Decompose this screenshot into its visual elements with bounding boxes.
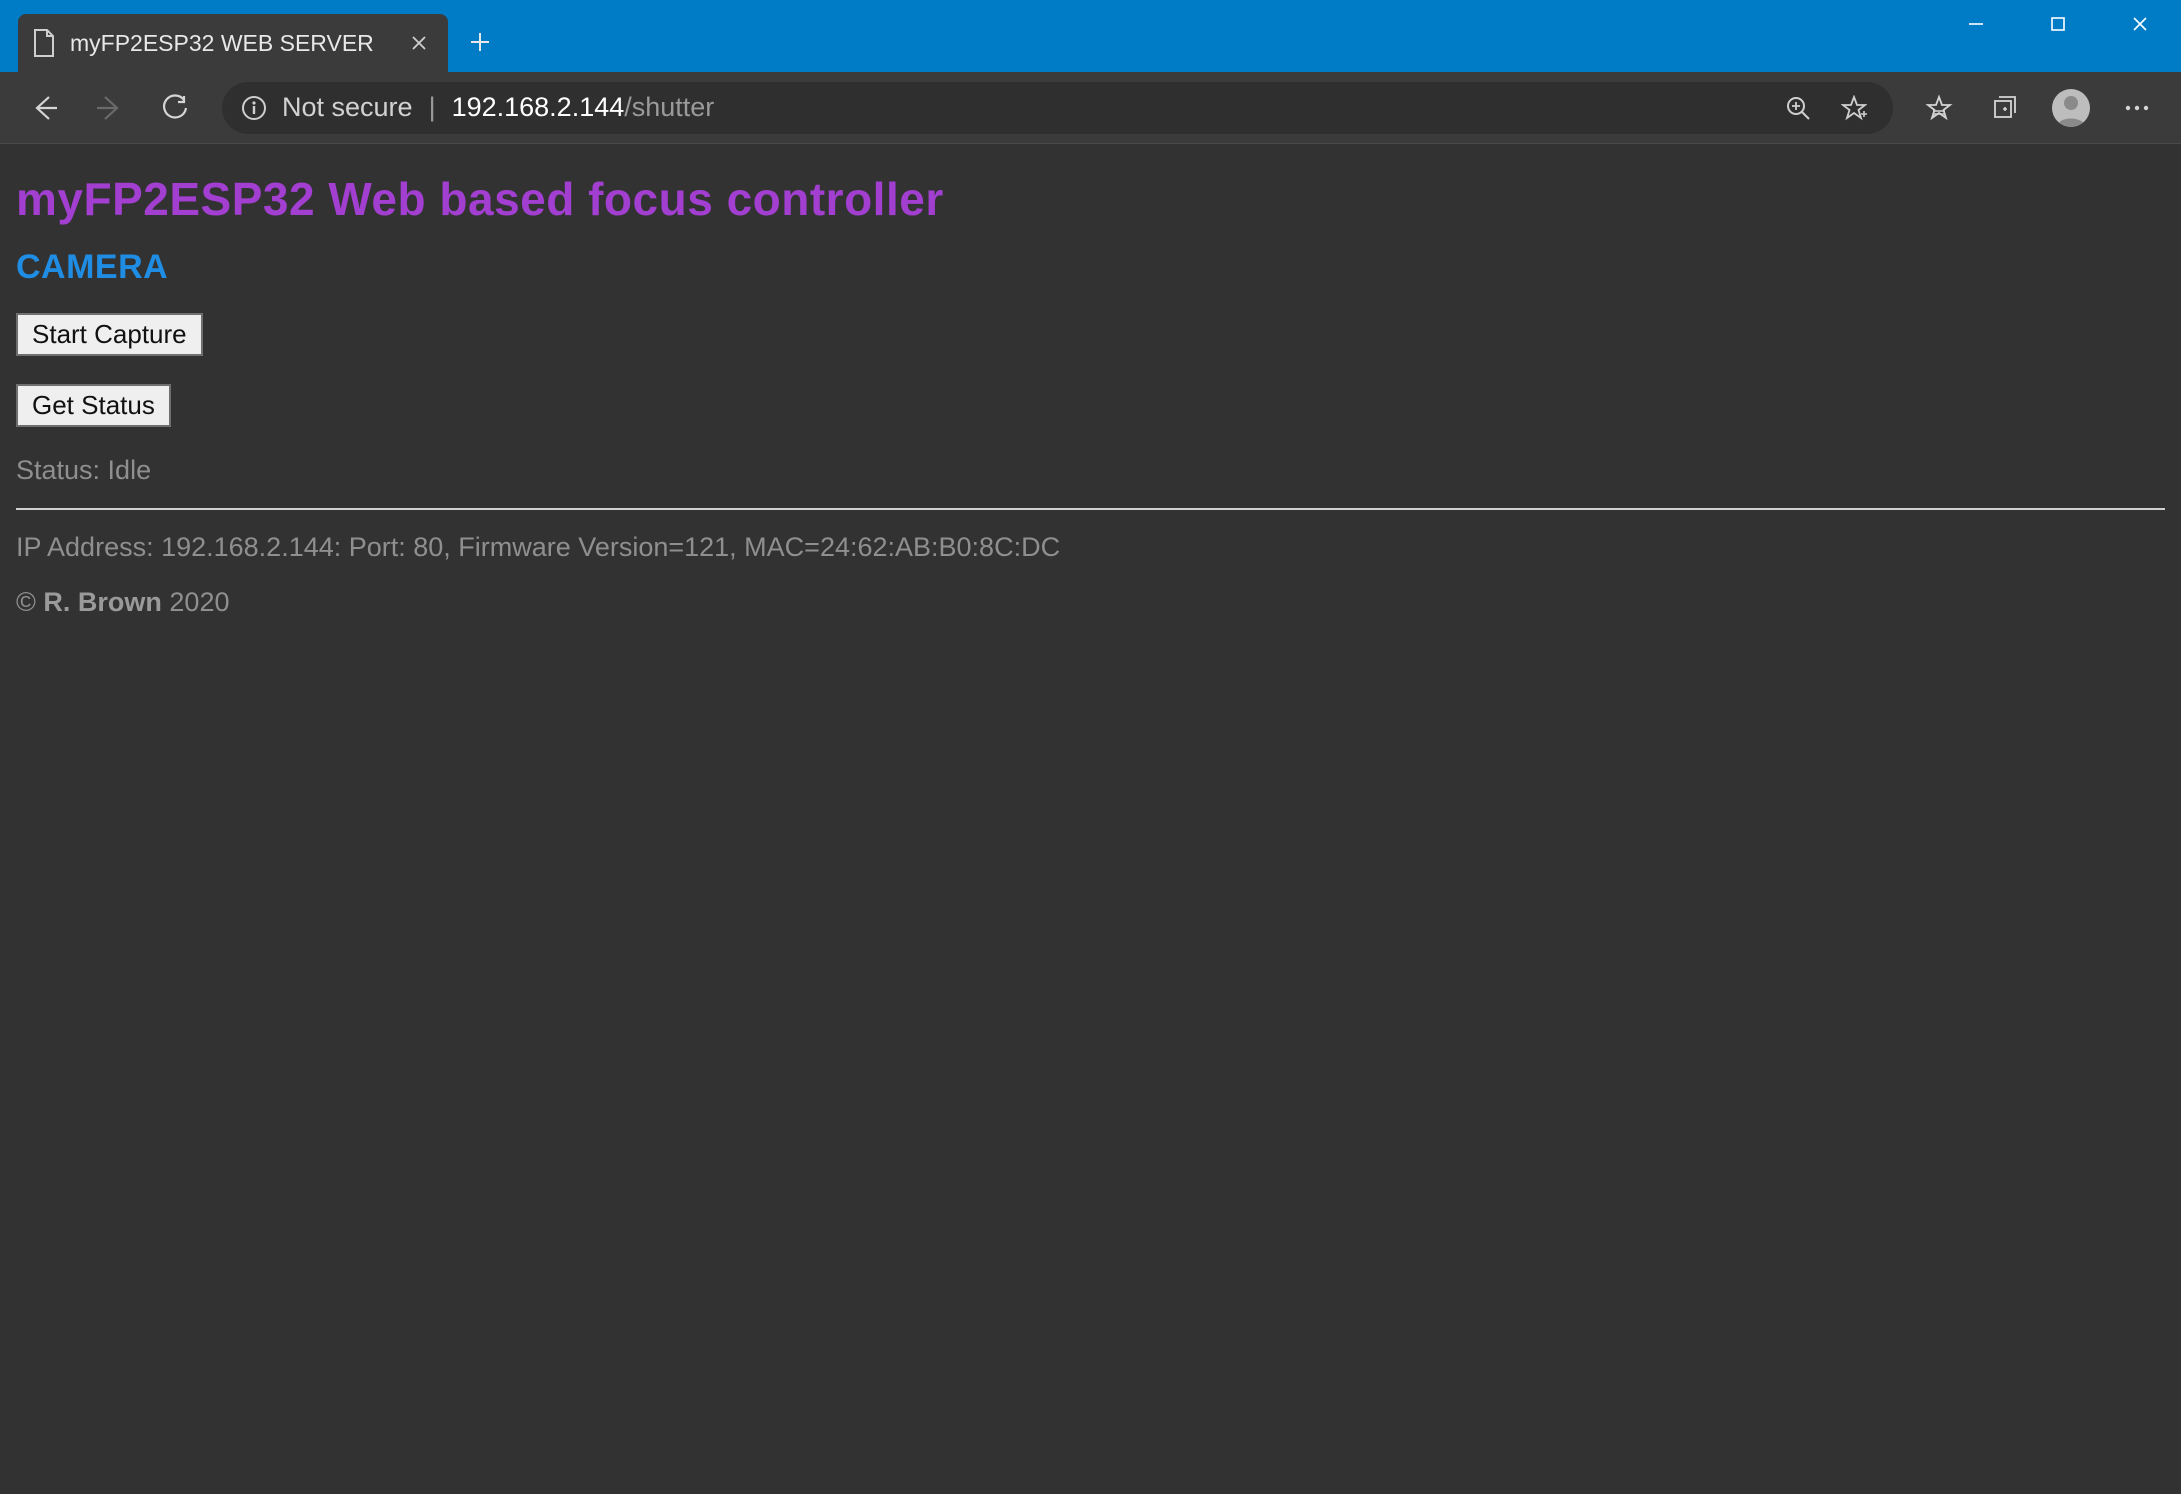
avatar-icon: [2052, 89, 2090, 127]
address-host: 192.168.2.144: [452, 92, 625, 122]
profile-button[interactable]: [2041, 78, 2101, 138]
window-controls: [1935, 0, 2181, 48]
menu-button[interactable]: [2107, 78, 2167, 138]
get-status-button[interactable]: Get Status: [16, 384, 171, 427]
window-titlebar: myFP2ESP32 WEB SERVER: [0, 0, 2181, 72]
address-bar[interactable]: Not secure | 192.168.2.144/shutter: [222, 82, 1893, 134]
window-close-button[interactable]: [2099, 0, 2181, 48]
address-text: Not secure | 192.168.2.144/shutter: [282, 92, 1763, 123]
page-heading: myFP2ESP32 Web based focus controller: [16, 172, 2165, 226]
copyright: © R. Brown 2020: [16, 587, 2165, 618]
address-path: /shutter: [624, 92, 714, 122]
site-info-icon[interactable]: [240, 94, 268, 122]
security-label: Not secure: [282, 92, 413, 123]
browser-toolbar: Not secure | 192.168.2.144/shutter: [0, 72, 2181, 144]
new-tab-button[interactable]: [456, 18, 504, 66]
collections-button[interactable]: [1975, 78, 2035, 138]
page-icon: [32, 29, 56, 57]
divider: [16, 508, 2165, 510]
section-heading: CAMERA: [16, 248, 2165, 287]
zoom-icon[interactable]: [1777, 87, 1819, 129]
window-maximize-button[interactable]: [2017, 0, 2099, 48]
refresh-button[interactable]: [146, 78, 206, 138]
window-minimize-button[interactable]: [1935, 0, 2017, 48]
browser-tab[interactable]: myFP2ESP32 WEB SERVER: [18, 14, 448, 72]
tab-close-button[interactable]: [408, 32, 430, 54]
page-content: myFP2ESP32 Web based focus controller CA…: [0, 144, 2181, 1494]
tab-strip: myFP2ESP32 WEB SERVER: [0, 0, 504, 72]
back-button[interactable]: [14, 78, 74, 138]
favorites-button[interactable]: [1909, 78, 1969, 138]
copyright-author: R. Brown: [43, 587, 162, 617]
add-favorite-icon[interactable]: [1833, 87, 1875, 129]
address-separator: |: [423, 92, 442, 123]
tab-title: myFP2ESP32 WEB SERVER: [70, 30, 394, 57]
copyright-year: 2020: [162, 587, 230, 617]
start-capture-button[interactable]: Start Capture: [16, 313, 203, 356]
forward-button[interactable]: [80, 78, 140, 138]
copyright-prefix: ©: [16, 587, 43, 617]
status-text: Status: Idle: [16, 455, 2165, 486]
info-line: IP Address: 192.168.2.144: Port: 80, Fir…: [16, 532, 2165, 563]
